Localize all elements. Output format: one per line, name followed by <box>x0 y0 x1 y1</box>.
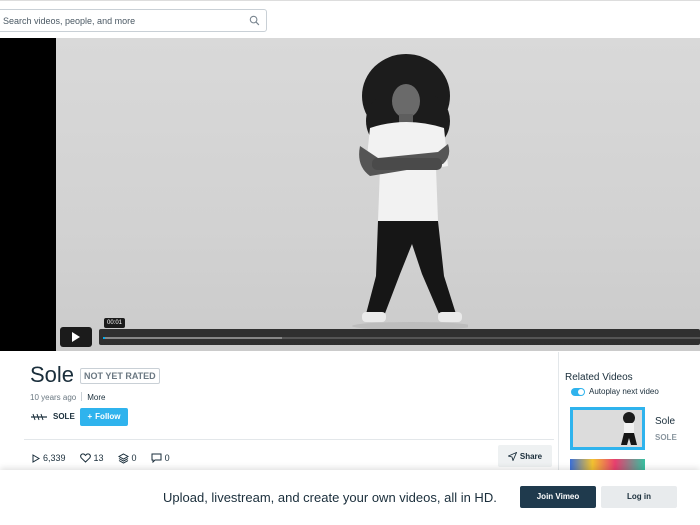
autoplay-label: Autoplay next video <box>589 387 659 396</box>
comments-stat[interactable]: 0 <box>151 453 170 463</box>
play-button[interactable] <box>60 327 92 347</box>
comments-count: 0 <box>164 453 170 463</box>
related-video-owner[interactable]: SOLE <box>655 433 677 442</box>
plus-icon: + <box>87 412 93 421</box>
search-input[interactable] <box>3 13 233 28</box>
progress-loaded <box>103 337 283 339</box>
heart-icon <box>79 453 91 463</box>
share-button[interactable]: Share <box>498 445 552 467</box>
signup-banner: Upload, livestream, and create your own … <box>0 470 700 525</box>
related-video-title[interactable]: Sole <box>655 416 675 427</box>
collections-stat[interactable]: 0 <box>117 452 137 464</box>
thumbnail-dancer-image <box>573 410 642 447</box>
video-title: Sole <box>30 362 75 387</box>
log-in-button[interactable]: Log in <box>601 486 677 508</box>
dancer-figure <box>352 54 468 330</box>
progress-bar[interactable] <box>99 329 700 345</box>
progress-track[interactable] <box>103 337 700 339</box>
comment-icon <box>151 453 162 463</box>
video-frame[interactable] <box>56 38 700 351</box>
related-videos-heading: Related Videos <box>565 372 633 383</box>
likes-stat[interactable]: 13 <box>79 453 104 463</box>
follow-label: Follow <box>95 412 121 421</box>
collections-count: 0 <box>131 453 137 463</box>
related-video-thumbnail[interactable] <box>570 407 645 450</box>
share-label: Share <box>519 451 543 461</box>
banner-message: Upload, livestream, and create your own … <box>163 490 497 505</box>
play-icon <box>72 332 80 342</box>
share-icon <box>507 451 517 461</box>
video-player[interactable]: 00:01 <box>0 38 700 351</box>
play-count-icon <box>32 453 40 463</box>
progress-played <box>103 337 105 339</box>
top-header <box>0 0 700 38</box>
current-time-tooltip: 00:01 <box>104 318 126 328</box>
join-vimeo-button[interactable]: Join Vimeo <box>520 486 596 508</box>
owner-logo-icon[interactable] <box>30 413 48 421</box>
plays-count: 6,339 <box>43 453 66 463</box>
likes-count: 13 <box>93 453 104 463</box>
autoplay-toggle[interactable] <box>571 387 585 396</box>
player-controls: 00:01 <box>0 318 700 351</box>
video-stats: 6,339 13 0 0 <box>32 452 184 464</box>
meta-divider <box>81 392 83 401</box>
vimeo-video-page: 00:01 Sole NOT YET RATED 10 years ago Mor… <box>0 0 700 525</box>
follow-button[interactable]: + Follow <box>80 408 128 426</box>
more-link[interactable]: More <box>87 393 105 402</box>
autoplay-control: Autoplay next video <box>571 387 659 396</box>
upload-age: 10 years ago <box>30 393 77 402</box>
owner-name[interactable]: SOLE <box>53 412 75 421</box>
stats-divider <box>24 439 554 440</box>
search-box[interactable] <box>0 9 267 32</box>
collections-icon <box>117 452 129 464</box>
plays-stat[interactable]: 6,339 <box>32 453 66 463</box>
search-icon[interactable] <box>249 15 260 26</box>
related-videos-panel: Related Videos Autoplay next video Sole … <box>558 352 700 479</box>
rating-badge: NOT YET RATED <box>80 368 160 384</box>
video-meta: 10 years ago More <box>30 392 106 402</box>
